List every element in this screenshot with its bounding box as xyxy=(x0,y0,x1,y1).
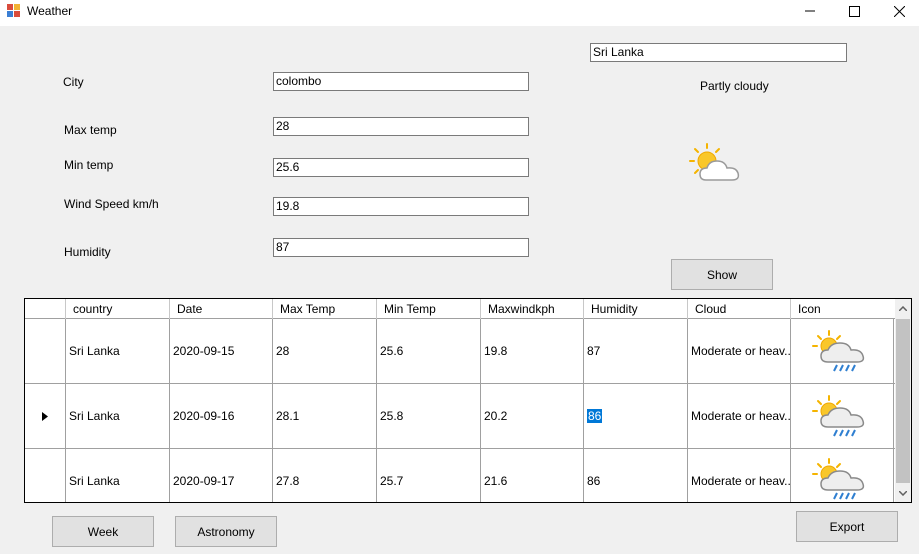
cell-date[interactable]: 2020-09-16 xyxy=(170,384,273,448)
selected-cell-text: 86 xyxy=(587,409,603,423)
cell-cloud[interactable]: Moderate or heav... xyxy=(688,319,791,383)
rain-cloud-sun-icon xyxy=(812,330,865,372)
row-header[interactable] xyxy=(25,384,66,448)
week-button[interactable]: Week xyxy=(52,516,154,547)
minimize-button[interactable] xyxy=(787,0,833,22)
cell-max-temp[interactable]: 28 xyxy=(273,319,377,383)
column-header-country[interactable]: country xyxy=(66,299,170,319)
close-button[interactable] xyxy=(876,0,919,22)
rain-cloud-sun-icon xyxy=(812,395,865,437)
humidity-label: Humidity xyxy=(64,245,111,259)
chevron-up-icon xyxy=(899,306,907,311)
table-row[interactable]: Sri Lanka 2020-09-15 28 25.6 19.8 87 Mod… xyxy=(25,319,896,384)
cell-maxwindkph[interactable]: 20.2 xyxy=(481,384,584,448)
column-header-min-temp[interactable]: Min Temp xyxy=(377,299,481,319)
cell-humidity[interactable]: 87 xyxy=(584,319,688,383)
column-header-max-temp[interactable]: Max Temp xyxy=(273,299,377,319)
table-row[interactable]: Sri Lanka 2020-09-17 27.8 25.7 21.6 86 M… xyxy=(25,449,896,502)
title-bar: Weather xyxy=(0,0,919,26)
max-temp-label: Max temp xyxy=(64,123,117,137)
maximize-icon xyxy=(848,5,860,17)
column-header-maxwindkph[interactable]: Maxwindkph xyxy=(481,299,584,319)
partly-cloudy-icon xyxy=(689,143,740,181)
cell-country[interactable]: Sri Lanka xyxy=(66,319,170,383)
cell-date[interactable]: 2020-09-17 xyxy=(170,449,273,502)
scroll-up-button[interactable] xyxy=(895,300,911,317)
min-temp-label: Min temp xyxy=(64,158,114,172)
city-input[interactable]: colombo xyxy=(273,72,529,91)
cell-country[interactable]: Sri Lanka xyxy=(66,449,170,502)
column-header-cloud[interactable]: Cloud xyxy=(688,299,791,319)
country-input[interactable]: Sri Lanka xyxy=(590,43,847,62)
cell-humidity[interactable]: 86 xyxy=(584,449,688,502)
cell-icon[interactable] xyxy=(791,449,894,502)
cell-maxwindkph[interactable]: 21.6 xyxy=(481,449,584,502)
cell-cloud[interactable]: Moderate or heav... xyxy=(688,384,791,448)
scroll-down-button[interactable] xyxy=(895,485,911,502)
min-temp-input[interactable]: 25.6 xyxy=(273,158,529,177)
cell-icon[interactable] xyxy=(791,319,894,383)
cell-max-temp[interactable]: 28.1 xyxy=(273,384,377,448)
close-icon xyxy=(893,5,905,17)
table-row[interactable]: Sri Lanka 2020-09-16 28.1 25.8 20.2 86 M… xyxy=(25,384,896,449)
city-label: City xyxy=(63,75,84,89)
cell-min-temp[interactable]: 25.8 xyxy=(377,384,481,448)
scrollbar-thumb[interactable] xyxy=(896,319,910,483)
cell-icon[interactable] xyxy=(791,384,894,448)
current-row-arrow-icon xyxy=(42,411,48,421)
cell-maxwindkph[interactable]: 19.8 xyxy=(481,319,584,383)
rain-cloud-sun-icon xyxy=(812,458,865,500)
humidity-input[interactable]: 87 xyxy=(273,238,529,257)
cell-country[interactable]: Sri Lanka xyxy=(66,384,170,448)
wind-speed-input[interactable]: 19.8 xyxy=(273,197,529,216)
app-icon xyxy=(7,4,20,17)
minimize-icon xyxy=(805,10,815,12)
grid-header: country Date Max Temp Min Temp Maxwindkp… xyxy=(25,299,896,319)
max-temp-input[interactable]: 28 xyxy=(273,117,529,136)
cell-min-temp[interactable]: 25.7 xyxy=(377,449,481,502)
condition-text: Partly cloudy xyxy=(700,79,769,93)
chevron-down-icon xyxy=(899,491,907,496)
row-header[interactable] xyxy=(25,319,66,383)
column-header-icon[interactable]: Icon xyxy=(791,299,896,319)
maximize-button[interactable] xyxy=(831,0,877,22)
cell-humidity-selected[interactable]: 86 xyxy=(584,384,688,448)
wind-speed-label: Wind Speed km/h xyxy=(64,197,159,211)
column-header-humidity[interactable]: Humidity xyxy=(584,299,688,319)
forecast-grid: country Date Max Temp Min Temp Maxwindkp… xyxy=(24,298,912,503)
cell-cloud[interactable]: Moderate or heav... xyxy=(688,449,791,502)
vertical-scrollbar[interactable] xyxy=(895,299,911,502)
astronomy-button[interactable]: Astronomy xyxy=(175,516,277,547)
column-header-date[interactable]: Date xyxy=(170,299,273,319)
cell-min-temp[interactable]: 25.6 xyxy=(377,319,481,383)
export-button[interactable]: Export xyxy=(796,511,898,542)
show-button[interactable]: Show xyxy=(671,259,773,290)
window-title: Weather xyxy=(27,4,73,18)
row-header[interactable] xyxy=(25,449,66,502)
cell-max-temp[interactable]: 27.8 xyxy=(273,449,377,502)
row-header-corner xyxy=(25,299,66,319)
cell-date[interactable]: 2020-09-15 xyxy=(170,319,273,383)
